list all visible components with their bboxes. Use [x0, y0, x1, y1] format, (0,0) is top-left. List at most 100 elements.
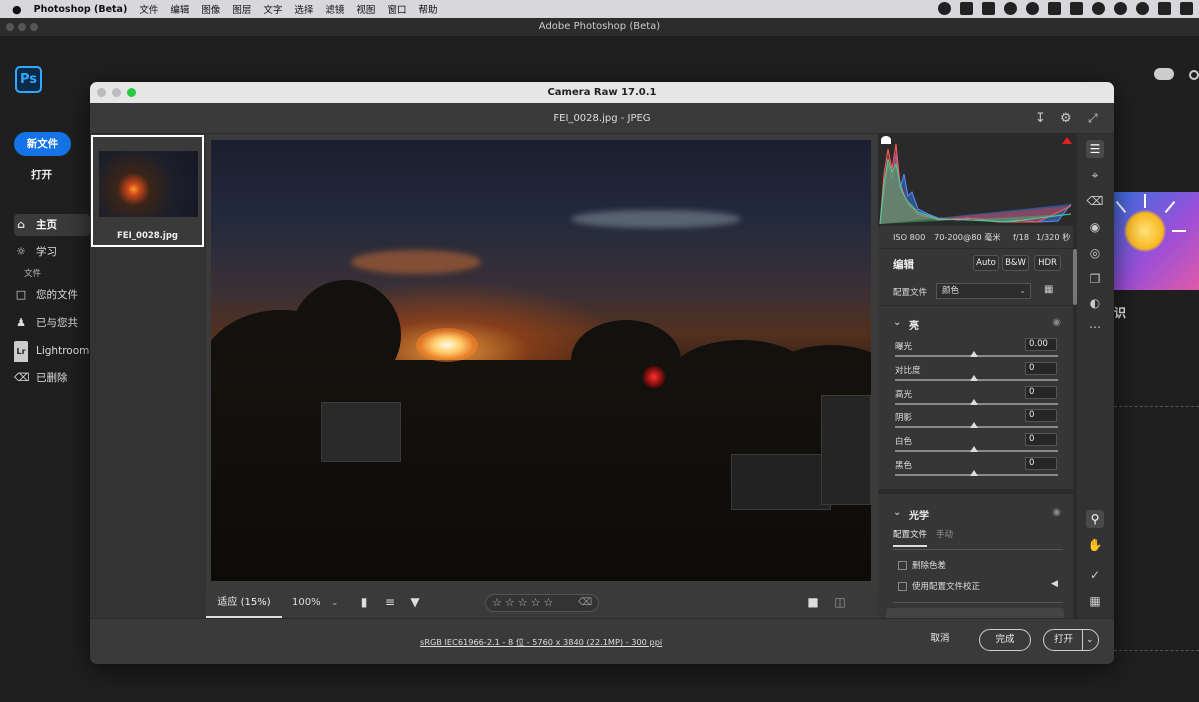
profile-correction-checkbox[interactable]: 使用配置文件校正 ◀ — [895, 579, 1065, 599]
presets-icon[interactable]: ◐ — [1086, 294, 1104, 312]
zoom-icon[interactable]: ⚲ — [1086, 510, 1104, 528]
trash-icon[interactable]: ⌫ — [578, 596, 592, 610]
gear-icon[interactable]: ⚙ — [1060, 103, 1072, 134]
checkbox[interactable] — [898, 582, 907, 591]
bw-button[interactable]: B&W — [1002, 255, 1029, 271]
slider-value-input[interactable]: 0 — [1025, 409, 1057, 422]
sidebar-item-learn[interactable]: ☼ 学习 — [14, 241, 90, 263]
status-icon[interactable] — [1026, 2, 1039, 15]
slider-value-input[interactable]: 0 — [1025, 386, 1057, 399]
grid-icon[interactable]: ▦ — [1086, 592, 1104, 610]
menu-type[interactable]: 文字 — [263, 2, 282, 16]
slider-handle[interactable] — [970, 422, 978, 428]
minimize-dialog-button[interactable] — [112, 88, 121, 97]
slider-handle[interactable] — [970, 399, 978, 405]
remove-ca-checkbox[interactable]: 删除色差 — [895, 558, 1065, 578]
slider-handle[interactable] — [970, 470, 978, 476]
input-method-icon[interactable] — [960, 2, 973, 15]
menu-image[interactable]: 图像 — [201, 2, 220, 16]
new-file-button[interactable]: 新文件 — [14, 132, 71, 156]
contrast-slider[interactable]: 对比度 0 — [878, 361, 1073, 385]
profile-browser-icon[interactable]: ▦ — [1044, 284, 1056, 296]
menu-edit[interactable]: 编辑 — [170, 2, 189, 16]
menu-view[interactable]: 视图 — [356, 2, 375, 16]
highlight-clipping-icon[interactable] — [1062, 137, 1072, 144]
apple-menu-icon[interactable]: ● — [12, 3, 22, 16]
crop-icon[interactable]: ⌖ — [1086, 166, 1104, 184]
whites-slider[interactable]: 白色 0 — [878, 432, 1073, 456]
expand-left-icon[interactable]: ◀ — [1051, 579, 1058, 589]
fullscreen-icon[interactable]: ⤢ — [1088, 103, 1098, 134]
search-icon[interactable] — [1189, 70, 1199, 80]
thumbnail[interactable]: FEI_0028.jpg — [91, 135, 204, 247]
app-menu[interactable]: Photoshop (Beta) — [34, 4, 128, 15]
link-icon[interactable] — [1114, 2, 1127, 15]
sidebar-item-home[interactable]: ⌂ 主页 — [14, 214, 90, 236]
open-button[interactable]: 打开 — [31, 167, 52, 182]
sidebar-item-your-files[interactable]: □ 您的文件 — [14, 284, 90, 306]
photo-preview[interactable] — [211, 140, 871, 581]
slider-value-input[interactable]: 0 — [1025, 457, 1057, 470]
cloud-icon[interactable] — [1048, 2, 1061, 15]
menu-file[interactable]: 文件 — [139, 2, 158, 16]
slider-handle[interactable] — [970, 351, 978, 357]
minimize-window-button[interactable] — [18, 23, 26, 31]
light-section-header[interactable]: ⌄ 亮 ◉ — [878, 312, 1073, 336]
slider-value-input[interactable]: 0.00 — [1025, 338, 1057, 351]
single-view-icon[interactable]: ■ — [806, 595, 820, 609]
close-window-button[interactable] — [6, 23, 14, 31]
slider-value-input[interactable]: 0 — [1025, 433, 1057, 446]
color-sampler-icon[interactable]: ✓ — [1086, 566, 1104, 584]
red-eye-icon[interactable]: ◎ — [1086, 244, 1104, 262]
save-icon[interactable]: ↧ — [1035, 103, 1046, 134]
menu-select[interactable]: 选择 — [294, 2, 313, 16]
blacks-slider[interactable]: 黑色 0 — [878, 456, 1073, 480]
highlights-slider[interactable]: 高光 0 — [878, 385, 1073, 409]
before-after-icon[interactable]: ◫ — [833, 595, 847, 609]
layers-icon[interactable]: ❐ — [1086, 270, 1104, 288]
eye-icon[interactable]: ◉ — [1052, 317, 1061, 328]
tab-manual[interactable]: 手动 — [936, 528, 953, 540]
control-center-icon[interactable] — [1180, 2, 1193, 15]
slider-value-input[interactable]: 0 — [1025, 362, 1057, 375]
menu-window[interactable]: 窗口 — [387, 2, 406, 16]
exposure-slider[interactable]: 曝光 0.00 — [878, 337, 1073, 361]
optics-section-header[interactable]: ⌄ 光学 ◉ — [878, 502, 1073, 526]
close-dialog-button[interactable] — [97, 88, 106, 97]
app-status-icon[interactable] — [982, 2, 995, 15]
zoom-dialog-button[interactable] — [127, 88, 136, 97]
zoom-100-button[interactable]: 100% — [292, 588, 321, 618]
shadows-slider[interactable]: 阴影 0 — [878, 408, 1073, 432]
chevron-down-icon[interactable]: ⌄ — [1086, 630, 1094, 650]
edit-sliders-icon[interactable]: ☰ — [1086, 140, 1104, 158]
menu-layer[interactable]: 图层 — [232, 2, 251, 16]
zoom-window-button[interactable] — [30, 23, 38, 31]
cancel-button[interactable]: 取消 — [918, 629, 962, 651]
done-button[interactable]: 完成 — [979, 629, 1031, 651]
status-icon[interactable] — [938, 2, 951, 15]
more-icon[interactable]: ⋯ — [1086, 318, 1104, 336]
mask-icon[interactable]: ◉ — [1086, 218, 1104, 236]
chevron-down-icon[interactable]: ⌄ — [331, 588, 339, 618]
cloud-icon[interactable] — [1154, 68, 1174, 80]
menu-filter[interactable]: 滤镜 — [325, 2, 344, 16]
fit-zoom-button[interactable]: 适应 (15%) — [206, 588, 282, 618]
profile-select[interactable]: 颜色 ⌄ — [936, 283, 1031, 299]
eraser-icon[interactable]: ⌫ — [1086, 192, 1104, 210]
eye-icon[interactable]: ◉ — [1052, 507, 1061, 518]
learn-banner-image[interactable] — [1114, 192, 1199, 290]
open-image-button[interactable]: 打开 ⌄ — [1043, 629, 1099, 651]
slider-handle[interactable] — [970, 446, 978, 452]
hand-icon[interactable]: ✋ — [1086, 536, 1104, 554]
sidebar-item-deleted[interactable]: ⌫ 已删除 — [14, 367, 90, 389]
wechat-icon[interactable] — [1136, 2, 1149, 15]
slider-handle[interactable] — [970, 375, 978, 381]
checkbox[interactable] — [898, 561, 907, 570]
sidebar-item-shared[interactable]: ♟ 已与您共 — [14, 312, 90, 334]
menu-help[interactable]: 帮助 — [418, 2, 437, 16]
sort-icon[interactable]: ≡ — [383, 595, 397, 609]
filter-icon[interactable]: ▼ — [408, 595, 422, 609]
status-icon[interactable] — [1092, 2, 1105, 15]
shadow-clipping-icon[interactable] — [881, 136, 891, 144]
hdr-button[interactable]: HDR — [1034, 255, 1061, 271]
